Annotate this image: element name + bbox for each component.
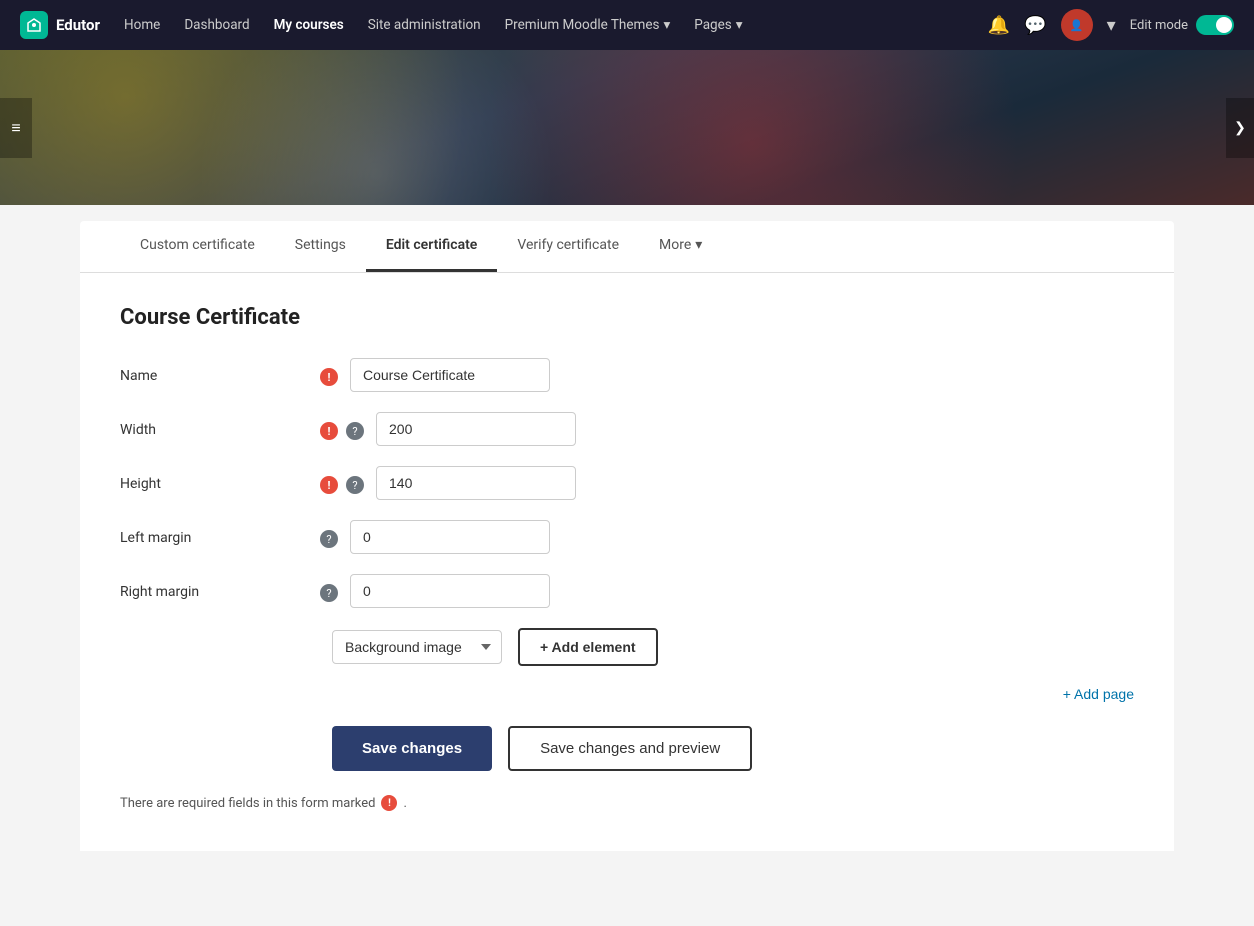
tabs-container: Custom certificate Settings Edit certifi… bbox=[80, 221, 1174, 273]
name-icons: ! bbox=[320, 358, 338, 386]
page-title: Course Certificate bbox=[120, 305, 1134, 330]
left-margin-icons: ? bbox=[320, 520, 338, 548]
hero-art bbox=[0, 50, 1254, 205]
user-menu-chevron[interactable]: ▾ bbox=[1107, 15, 1116, 36]
avatar[interactable]: 👤 bbox=[1061, 9, 1093, 41]
hero-banner: ≡ ❯ bbox=[0, 50, 1254, 205]
action-buttons: Save changes Save changes and preview bbox=[120, 726, 1134, 771]
left-margin-label: Left margin bbox=[120, 520, 320, 546]
nav-pages[interactable]: Pages ▾ bbox=[694, 17, 742, 33]
save-preview-button[interactable]: Save changes and preview bbox=[508, 726, 752, 771]
height-help-icon[interactable]: ? bbox=[346, 476, 364, 494]
nav-my-courses[interactable]: My courses bbox=[274, 17, 344, 33]
notifications-icon[interactable]: 🔔 bbox=[988, 15, 1010, 36]
add-page-row: + Add page bbox=[120, 686, 1134, 702]
name-required-icon[interactable]: ! bbox=[320, 368, 338, 386]
height-required-icon[interactable]: ! bbox=[320, 476, 338, 494]
tab-edit-certificate[interactable]: Edit certificate bbox=[366, 221, 497, 272]
required-note: There are required fields in this form m… bbox=[120, 795, 1134, 811]
sidebar-right-toggle[interactable]: ❯ bbox=[1226, 98, 1254, 158]
right-margin-icons: ? bbox=[320, 574, 338, 602]
tab-settings[interactable]: Settings bbox=[275, 221, 366, 272]
brand-label: Edutor bbox=[56, 16, 100, 34]
tab-verify-certificate[interactable]: Verify certificate bbox=[497, 221, 639, 272]
edit-mode-label: Edit mode bbox=[1130, 18, 1188, 33]
add-page-button[interactable]: + Add page bbox=[1063, 686, 1134, 702]
save-button[interactable]: Save changes bbox=[332, 726, 492, 771]
sidebar-left-toggle[interactable]: ≡ bbox=[0, 98, 32, 158]
form-row-left-margin: Left margin ? bbox=[120, 520, 1134, 554]
width-required-icon[interactable]: ! bbox=[320, 422, 338, 440]
background-select[interactable]: Background image No background Custom bbox=[332, 630, 502, 664]
width-help-icon[interactable]: ? bbox=[346, 422, 364, 440]
nav-home[interactable]: Home bbox=[124, 17, 160, 33]
form-row-width: Width ! ? bbox=[120, 412, 1134, 446]
nav-dashboard[interactable]: Dashboard bbox=[184, 17, 249, 33]
edit-mode-switch[interactable] bbox=[1196, 15, 1234, 35]
chevron-down-icon: ▾ bbox=[736, 17, 743, 33]
name-input[interactable] bbox=[350, 358, 550, 392]
add-element-button[interactable]: + Add element bbox=[518, 628, 658, 666]
form-bottom-row: Background image No background Custom + … bbox=[120, 628, 1134, 666]
tabs: Custom certificate Settings Edit certifi… bbox=[120, 221, 1134, 272]
tab-more[interactable]: More ▾ bbox=[639, 221, 722, 272]
required-mark-icon: ! bbox=[381, 795, 397, 811]
right-margin-label: Right margin bbox=[120, 574, 320, 600]
right-margin-help-icon[interactable]: ? bbox=[320, 584, 338, 602]
brand[interactable]: Edutor bbox=[20, 11, 100, 39]
left-margin-help-icon[interactable]: ? bbox=[320, 530, 338, 548]
nav-premium-themes[interactable]: Premium Moodle Themes ▾ bbox=[505, 17, 671, 33]
brand-icon bbox=[20, 11, 48, 39]
height-label: Height bbox=[120, 466, 320, 492]
height-input[interactable] bbox=[376, 466, 576, 500]
chevron-down-icon: ▾ bbox=[663, 17, 670, 33]
name-label: Name bbox=[120, 358, 320, 384]
main-content: Course Certificate Name ! Width ! ? Heig… bbox=[80, 273, 1174, 851]
left-margin-input[interactable] bbox=[350, 520, 550, 554]
nav-site-admin[interactable]: Site administration bbox=[368, 17, 481, 33]
messages-icon[interactable]: 💬 bbox=[1024, 15, 1046, 36]
width-icons: ! ? bbox=[320, 412, 364, 440]
navbar: Edutor Home Dashboard My courses Site ad… bbox=[0, 0, 1254, 50]
form-row-name: Name ! bbox=[120, 358, 1134, 392]
edit-mode-toggle[interactable]: Edit mode bbox=[1130, 15, 1234, 35]
right-margin-input[interactable] bbox=[350, 574, 550, 608]
form-row-height: Height ! ? bbox=[120, 466, 1134, 500]
height-icons: ! ? bbox=[320, 466, 364, 494]
width-label: Width bbox=[120, 412, 320, 438]
more-chevron-icon: ▾ bbox=[695, 237, 702, 253]
width-input[interactable] bbox=[376, 412, 576, 446]
nav-icons: 🔔 💬 👤 ▾ Edit mode bbox=[988, 9, 1234, 41]
form-row-right-margin: Right margin ? bbox=[120, 574, 1134, 608]
tab-custom-certificate[interactable]: Custom certificate bbox=[120, 221, 275, 272]
toggle-knob bbox=[1216, 17, 1232, 33]
